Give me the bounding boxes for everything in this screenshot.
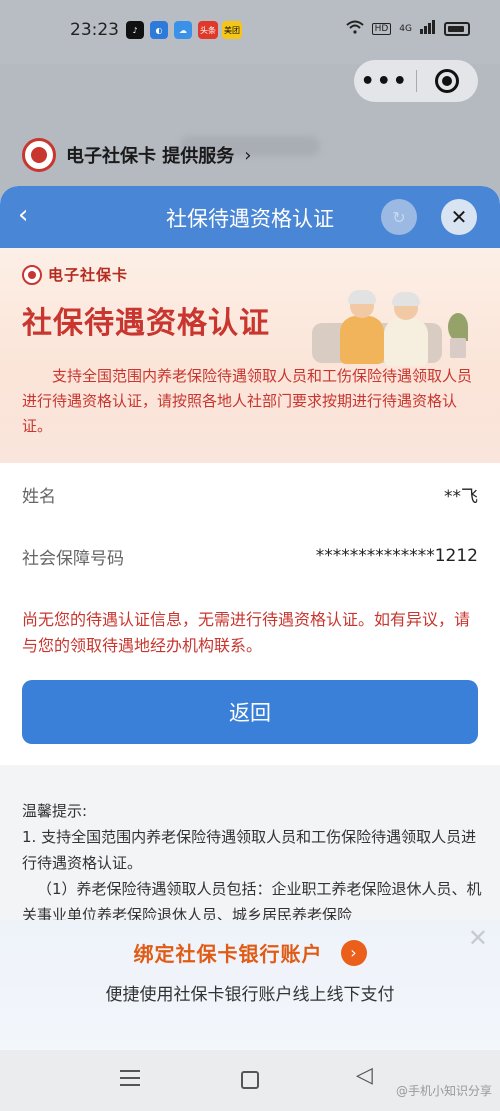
exit-miniprogram-button[interactable] xyxy=(416,69,478,93)
browser-icon: ◐ xyxy=(150,21,168,39)
nav-back-icon[interactable]: ◁ xyxy=(356,1063,373,1088)
weather-icon: ☁ xyxy=(174,21,192,39)
system-nav-bar: ◁ xyxy=(0,1050,500,1111)
more-menu-button[interactable]: ••• xyxy=(354,69,416,94)
recent-apps-icon[interactable] xyxy=(120,1070,140,1091)
provider-text: 电子社保卡 提供服务 xyxy=(66,146,235,167)
refresh-icon[interactable]: ↻ xyxy=(381,199,417,235)
info-card: 姓名 **飞 社会保障号码 **************1212 尚无您的待遇认… xyxy=(0,463,500,765)
elderly-couple-illustration xyxy=(302,278,472,373)
name-label: 姓名 xyxy=(22,486,56,507)
auth-notice: 尚无您的待遇认证信息，无需进行待遇资格认证。如有异议，请与您的领取待遇地经办机构… xyxy=(22,610,471,655)
hero-section: 电子社保卡 社保待遇资格认证 支持全国范围内养老保险待遇领取人员和工伤保险待遇领… xyxy=(0,248,500,463)
tips-section: 温馨提示: 1. 支持全国范围内养老保险待遇领取人员和工伤保险待遇领取人员进行待… xyxy=(22,798,482,928)
banner-headline[interactable]: 绑定社保卡银行账户 › xyxy=(0,938,500,967)
wifi-icon xyxy=(345,20,364,37)
chevron-right-icon: › xyxy=(244,144,252,166)
name-value: **飞 xyxy=(444,486,478,507)
signal-icon xyxy=(420,20,436,37)
battery-icon xyxy=(444,21,470,36)
sheet-header: ‹ 社保待遇资格认证 ↻ ✕ xyxy=(0,186,500,248)
meituan-icon: 美团 xyxy=(222,21,242,39)
tips-item-1: 1. 支持全国范围内养老保险待遇领取人员和工伤保险待遇领取人员进行待遇资格认证。 xyxy=(22,828,477,872)
close-icon[interactable]: ✕ xyxy=(441,199,477,235)
arrow-right-icon[interactable]: › xyxy=(340,939,367,966)
return-button[interactable]: 返回 xyxy=(22,680,478,744)
target-icon xyxy=(435,69,460,93)
name-row: 姓名 **飞 xyxy=(22,479,478,509)
banner-subline: 便捷使用社保卡银行账户线上线下支付 xyxy=(105,985,395,1005)
home-icon[interactable] xyxy=(241,1071,259,1089)
hd-badge: HD xyxy=(371,22,392,35)
provider-link[interactable]: 电子社保卡 提供服务 › xyxy=(22,138,251,172)
hero-heading: 社保待遇资格认证 xyxy=(22,306,270,341)
sheet-title: 社保待遇资格认证 xyxy=(166,207,334,231)
status-indicators: HD 4G xyxy=(345,20,470,37)
status-bar: 23:23 ♪ ◐ ☁ 头条 美团 HD 4G xyxy=(0,0,500,64)
ssn-row: 社会保障号码 **************1212 xyxy=(22,541,478,571)
brand-name: 电子社保卡 xyxy=(48,266,129,284)
brand-logo-icon xyxy=(22,264,42,285)
miniprogram-capsule: ••• xyxy=(354,60,478,102)
tiktok-icon: ♪ xyxy=(126,21,144,39)
status-time: 23:23 xyxy=(70,20,119,40)
brand: 电子社保卡 xyxy=(22,264,128,285)
social-security-logo-icon xyxy=(22,138,56,172)
hero-description: 支持全国范围内养老保险待遇领取人员和工伤保险待遇领取人员进行待遇资格认证，请按照… xyxy=(22,367,473,435)
banner-headline-text: 绑定社保卡银行账户 xyxy=(133,942,323,966)
ssn-label: 社会保障号码 xyxy=(22,548,124,569)
bind-bank-account-banner[interactable]: ✕ 绑定社保卡银行账户 › 便捷使用社保卡银行账户线上线下支付 xyxy=(0,920,500,1050)
toutiao-icon: 头条 xyxy=(198,21,218,39)
ssn-value: **************1212 xyxy=(315,546,478,566)
watermark: @手机小知识分享 xyxy=(395,1084,492,1098)
tips-title: 温馨提示: xyxy=(22,802,88,820)
network-label: 4G xyxy=(399,23,412,34)
